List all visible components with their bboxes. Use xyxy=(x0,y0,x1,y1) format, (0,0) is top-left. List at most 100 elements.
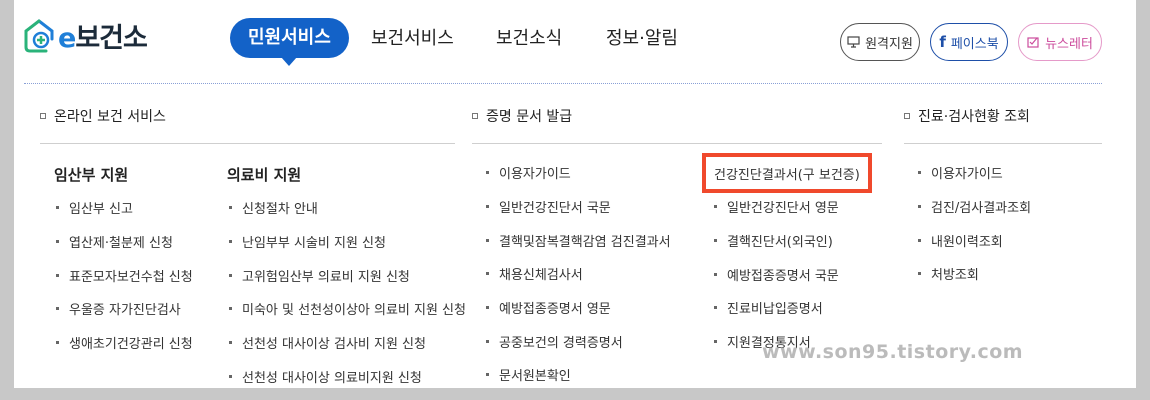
watermark-text: www.son95.tistory.com xyxy=(762,341,1024,363)
bullet-icon xyxy=(56,240,59,244)
list-item[interactable]: 고위험임산부 의료비 지원 신청 xyxy=(229,258,466,292)
remote-support-button[interactable]: 원격지원 xyxy=(840,23,920,61)
bullet-icon xyxy=(56,341,59,345)
section-title-label: 온라인 보건 서비스 xyxy=(54,109,166,125)
list-item[interactable]: 처방조회 xyxy=(918,257,1031,291)
site-logo[interactable]: e보건소 xyxy=(24,16,148,55)
list-item-highlighted[interactable]: 건강진단결과서(구 보건증) xyxy=(702,153,872,193)
list-item-label: 신청절차 안내 xyxy=(242,202,318,218)
square-bullet-icon xyxy=(472,113,478,119)
bullet-icon xyxy=(714,306,717,310)
list-item[interactable]: 선천성 대사이상 검사비 지원 신청 xyxy=(229,326,466,360)
bullet-icon xyxy=(229,374,232,378)
list-item[interactable]: 결핵및잠복결핵감염 검진결과서 xyxy=(486,223,671,257)
list-item-label: 이용자가이드 xyxy=(931,167,1003,183)
column-title-pregnancy: 임산부 지원 xyxy=(54,166,129,184)
list-item[interactable]: 검진/검사결과조회 xyxy=(918,190,1031,224)
list-item[interactable]: 신청절차 안내 xyxy=(229,191,466,225)
bullet-icon xyxy=(486,238,489,242)
nav-info-notice[interactable]: 정보·알림 xyxy=(606,24,678,50)
bullet-icon xyxy=(714,272,717,276)
logo-text-suffix: 보건소 xyxy=(75,23,148,54)
logo-text: e보건소 xyxy=(58,16,148,55)
list-item-label: 결핵진단서(외국인) xyxy=(727,235,833,251)
list-item-label: 처방조회 xyxy=(931,268,979,284)
list-item[interactable]: 결핵진단서(외국인) xyxy=(714,224,872,258)
list-item[interactable]: 엽산제·철분제 신청 xyxy=(56,225,193,259)
list-item[interactable]: 공중보건의 경력증명서 xyxy=(486,324,671,358)
bullet-icon xyxy=(486,171,489,175)
list-item[interactable]: 일반건강진단서 국문 xyxy=(486,190,671,224)
list-item-label: 예방접종증명서 국문 xyxy=(727,268,839,284)
list-item-label: 표준모자보건수첩 신청 xyxy=(69,269,193,285)
facebook-button[interactable]: f 페이스북 xyxy=(930,23,1008,61)
bullet-icon xyxy=(486,272,489,276)
nav-civil-service[interactable]: 민원서비스 xyxy=(230,18,349,66)
section-divider xyxy=(904,143,1102,144)
list-item-label: 공중보건의 경력증명서 xyxy=(499,335,623,351)
list-item[interactable]: 채용신체검사서 xyxy=(486,257,671,291)
list-item-label: 미숙아 및 선천성이상아 의료비 지원 신청 xyxy=(242,303,466,319)
bullet-icon xyxy=(714,205,717,209)
list-item[interactable]: 이용자가이드 xyxy=(486,156,671,190)
list-item[interactable]: 예방접종증명서 국문 xyxy=(714,257,872,291)
list-item[interactable]: 생애초기건강관리 신청 xyxy=(56,326,193,360)
newsletter-label: 뉴스레터 xyxy=(1045,36,1093,52)
bullet-icon xyxy=(56,206,59,210)
nav-health-news[interactable]: 보건소식 xyxy=(496,24,562,50)
section-divider xyxy=(40,143,455,144)
column-title-medical-cost: 의료비 지원 xyxy=(227,166,302,184)
header-divider xyxy=(24,83,1102,84)
newsletter-button[interactable]: 뉴스레터 xyxy=(1018,23,1102,61)
monitor-icon xyxy=(847,36,860,48)
health-center-logo-icon xyxy=(24,19,54,52)
bullet-icon xyxy=(918,205,921,209)
bullet-icon xyxy=(56,307,59,311)
section-divider xyxy=(472,143,882,144)
bullet-icon xyxy=(229,307,232,311)
list-item[interactable]: 진료비납입증명서 xyxy=(714,291,872,325)
section-title-online-service: 온라인 보건 서비스 xyxy=(40,106,166,126)
list-item-label: 내원이력조회 xyxy=(931,234,1003,250)
list-pregnancy-support: 임산부 신고 엽산제·철분제 신청 표준모자보건수첩 신청 우울증 자가진단검사… xyxy=(56,191,193,359)
list-item[interactable]: 우울증 자가진단검사 xyxy=(56,292,193,326)
nav-health-service[interactable]: 보건서비스 xyxy=(371,24,454,50)
list-item[interactable]: 임산부 신고 xyxy=(56,191,193,225)
facebook-icon: f xyxy=(939,32,946,51)
page-frame: e보건소 민원서비스 보건서비스 보건소식 정보·알림 원격지원 f 페이스북 … xyxy=(14,0,1136,388)
section-title-label: 증명 문서 발급 xyxy=(486,109,573,125)
remote-support-label: 원격지원 xyxy=(865,36,913,52)
square-bullet-icon xyxy=(40,113,46,119)
list-item[interactable]: 내원이력조회 xyxy=(918,223,1031,257)
square-bullet-icon xyxy=(904,113,910,119)
list-item-label: 검진/검사결과조회 xyxy=(931,201,1032,217)
bullet-icon xyxy=(714,239,717,243)
bullet-icon xyxy=(229,341,232,345)
list-item-label: 예방접종증명서 영문 xyxy=(499,302,611,318)
list-item-label: 선천성 대사이상 검사비 지원 신청 xyxy=(242,337,426,353)
bullet-icon xyxy=(486,373,489,377)
newsletter-icon xyxy=(1027,37,1039,48)
list-certificates-1: 이용자가이드 일반건강진단서 국문 결핵및잠복결핵감염 검진결과서 채용신체검사… xyxy=(486,156,671,388)
list-item-label: 임산부 신고 xyxy=(69,202,133,218)
list-item-label: 우울증 자가진단검사 xyxy=(69,303,181,319)
list-records-inquiry: 이용자가이드 검진/검사결과조회 내원이력조회 처방조회 xyxy=(918,156,1031,291)
list-item[interactable]: 이용자가이드 xyxy=(918,156,1031,190)
list-item-label: 이용자가이드 xyxy=(499,167,571,183)
list-item[interactable]: 예방접종증명서 영문 xyxy=(486,291,671,325)
bullet-icon xyxy=(714,340,717,344)
list-item[interactable]: 선천성 대사이상 의료비지원 신청 xyxy=(229,359,466,388)
list-item[interactable]: 난임부부 시술비 지원 신청 xyxy=(229,225,466,259)
list-item[interactable]: 일반건강진단서 영문 xyxy=(714,190,872,224)
list-item[interactable]: 표준모자보건수첩 신청 xyxy=(56,258,193,292)
section-title-label: 진료·검사현황 조회 xyxy=(918,109,1030,125)
bullet-icon xyxy=(229,206,232,210)
list-item-label: 채용신체검사서 xyxy=(499,268,583,284)
list-item[interactable]: 문서원본확인 xyxy=(486,358,671,388)
bullet-icon xyxy=(56,273,59,277)
list-item-label: 일반건강진단서 국문 xyxy=(499,201,611,217)
list-item-label: 일반건강진단서 영문 xyxy=(727,201,839,217)
list-item-label: 엽산제·철분제 신청 xyxy=(69,236,173,252)
list-item-label: 선천성 대사이상 의료비지원 신청 xyxy=(242,370,422,386)
list-item[interactable]: 미숙아 및 선천성이상아 의료비 지원 신청 xyxy=(229,292,466,326)
